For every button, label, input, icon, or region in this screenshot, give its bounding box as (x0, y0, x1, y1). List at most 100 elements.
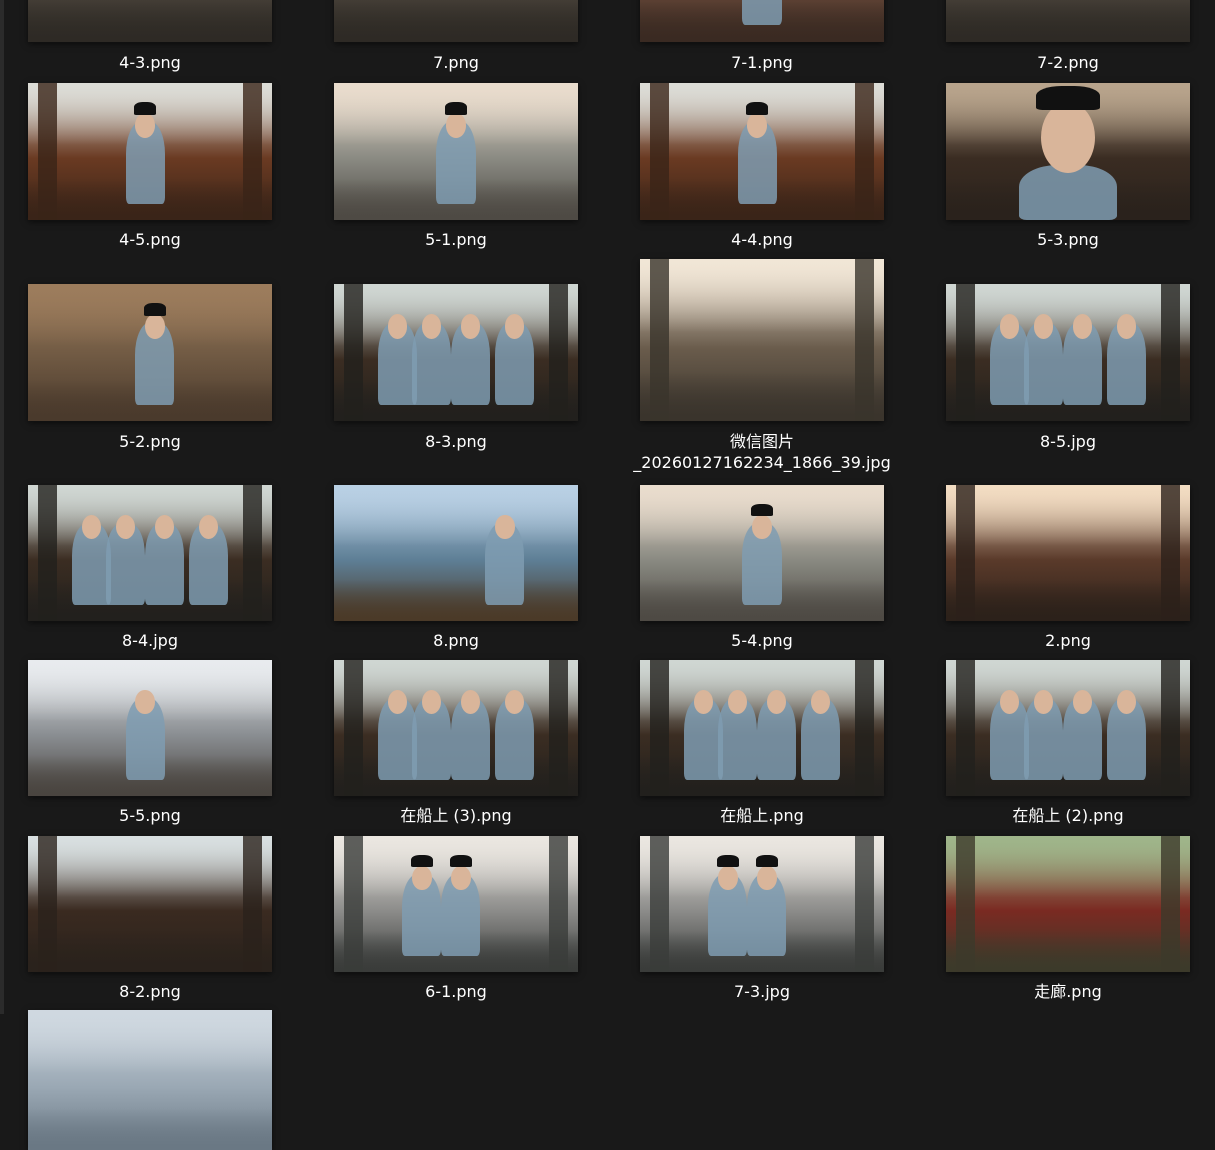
image-thumbnail[interactable] (946, 0, 1190, 42)
thumbnail-scene-head (999, 314, 1020, 339)
thumbnail-scene-head (451, 865, 471, 891)
image-thumbnail[interactable] (946, 284, 1190, 421)
thumbnail-scene-pillar (242, 485, 263, 621)
file-name-label[interactable]: 7.png (304, 52, 608, 73)
thumbnail-scene-head (1033, 314, 1054, 339)
file-name-label[interactable]: 7-2.png (916, 52, 1215, 73)
image-thumbnail[interactable] (334, 660, 578, 796)
thumbnail-scene-pillar (854, 83, 875, 220)
thumbnail-scene-head (135, 113, 155, 138)
file-name-label[interactable]: 8-5.jpg (916, 431, 1215, 452)
image-thumbnail[interactable] (28, 284, 272, 421)
file-name-label[interactable]: 5-4.png (610, 630, 914, 651)
image-thumbnail[interactable] (640, 0, 884, 42)
image-thumbnail[interactable] (334, 485, 578, 621)
thumbnail-scene-pillar (37, 836, 58, 972)
left-edge-bar (0, 0, 4, 1014)
file-name-label[interactable]: 5-1.png (304, 229, 608, 250)
thumbnail-scene-floor (28, 1108, 272, 1150)
file-name-label[interactable]: 4-3.png (0, 52, 302, 73)
file-name-label[interactable]: 4-5.png (0, 229, 302, 250)
file-name-label[interactable]: 2.png (916, 630, 1215, 651)
thumbnail-scene-top (28, 1010, 272, 1073)
file-name-label[interactable]: 4-4.png (610, 229, 914, 250)
thumbnail-scene-pillar (649, 83, 670, 220)
thumbnail-scene-head (446, 113, 466, 138)
thumbnail-scene-floor (334, 0, 578, 42)
file-name-label[interactable]: 在船上.png (610, 805, 914, 826)
image-thumbnail[interactable] (946, 485, 1190, 621)
thumbnail-scene-hat (755, 855, 778, 868)
image-thumbnail[interactable] (640, 836, 884, 972)
image-thumbnail[interactable] (640, 83, 884, 220)
thumbnail-scene-pillar (1160, 836, 1181, 972)
image-thumbnail[interactable] (28, 660, 272, 796)
file-name-label[interactable]: 8-2.png (0, 981, 302, 1002)
thumbnail-scene-floor (28, 931, 272, 972)
thumbnail-scene-head (495, 514, 515, 540)
thumbnail-scene-pillar (1160, 485, 1181, 621)
thumbnail-scene-head (460, 314, 481, 339)
thumbnail-scene-pillar (343, 836, 364, 972)
thumbnail-scene-floor (334, 580, 578, 621)
thumbnail-scene-head (145, 314, 165, 339)
image-thumbnail[interactable] (946, 83, 1190, 220)
thumbnail-scene-pillar (548, 836, 569, 972)
image-thumbnail[interactable] (28, 836, 272, 972)
thumbnail-scene-floor (946, 931, 1190, 972)
thumbnail-scene-hat (751, 504, 773, 517)
thumbnail-scene-floor (640, 372, 884, 421)
file-name-label[interactable]: 8.png (304, 630, 608, 651)
thumbnail-scene-pillar (649, 660, 670, 796)
thumbnail-scene-pillar (1160, 284, 1181, 421)
file-name-label[interactable]: 8-4.jpg (0, 630, 302, 651)
image-thumbnail[interactable] (28, 0, 272, 42)
thumbnail-scene-floor (28, 0, 272, 42)
image-thumbnail[interactable] (640, 259, 884, 421)
image-thumbnail[interactable] (334, 284, 578, 421)
thumbnail-scene-top (334, 485, 578, 547)
thumbnail-scene-head (135, 689, 155, 715)
file-name-label[interactable]: 8-3.png (304, 431, 608, 452)
thumbnail-scene-head (412, 865, 432, 891)
file-name-label[interactable]: 5-3.png (916, 229, 1215, 250)
thumbnail-scene-head (387, 314, 408, 339)
thumbnail-scene-hat (449, 855, 472, 868)
image-thumbnail[interactable] (334, 0, 578, 42)
thumbnail-scene-top (28, 836, 272, 898)
thumbnail-scene-head (747, 113, 767, 138)
file-name-label[interactable]: 7-1.png (610, 52, 914, 73)
image-thumbnail[interactable] (640, 485, 884, 621)
file-name-label[interactable]: 5-5.png (0, 805, 302, 826)
thumbnail-scene-hat (1036, 85, 1100, 111)
image-thumbnail[interactable] (28, 83, 272, 220)
thumbnail-scene-pillar (854, 660, 875, 796)
image-thumbnail[interactable] (28, 1010, 272, 1150)
image-thumbnail[interactable] (946, 660, 1190, 796)
thumbnail-scene-hat (143, 303, 166, 316)
thumbnail-scene-pillar (854, 836, 875, 972)
image-thumbnail[interactable] (334, 836, 578, 972)
file-name-label[interactable]: 6-1.png (304, 981, 608, 1002)
image-thumbnail[interactable] (334, 83, 578, 220)
file-name-label[interactable]: 7-3.jpg (610, 981, 914, 1002)
image-thumbnail[interactable] (28, 485, 272, 621)
image-thumbnail[interactable] (640, 660, 884, 796)
thumbnail-scene-floor (946, 580, 1190, 621)
image-thumbnail[interactable] (946, 836, 1190, 972)
file-name-label[interactable]: 5-2.png (0, 431, 302, 452)
thumbnail-scene-pillar (548, 284, 569, 421)
thumbnail-scene-pillar (242, 83, 263, 220)
thumbnail-scene-pillar (854, 259, 875, 421)
file-name-label[interactable]: 微信图片 _20260127162234_1866_39.jpg (610, 431, 914, 473)
file-name-label[interactable]: 在船上 (2).png (916, 805, 1215, 826)
thumbnail-scene-pillar (242, 836, 263, 972)
file-name-label[interactable]: 在船上 (3).png (304, 805, 608, 826)
thumbnail-scene-pillar (548, 660, 569, 796)
file-name-label[interactable]: 走廊.png (916, 981, 1215, 1002)
thumbnail-scene-pillar (37, 485, 58, 621)
thumbnail-scene-pillar (955, 485, 976, 621)
thumbnail-scene-hat (410, 855, 433, 868)
thumbnail-scene-pillar (343, 284, 364, 421)
thumbnail-scene-hat (445, 102, 467, 115)
